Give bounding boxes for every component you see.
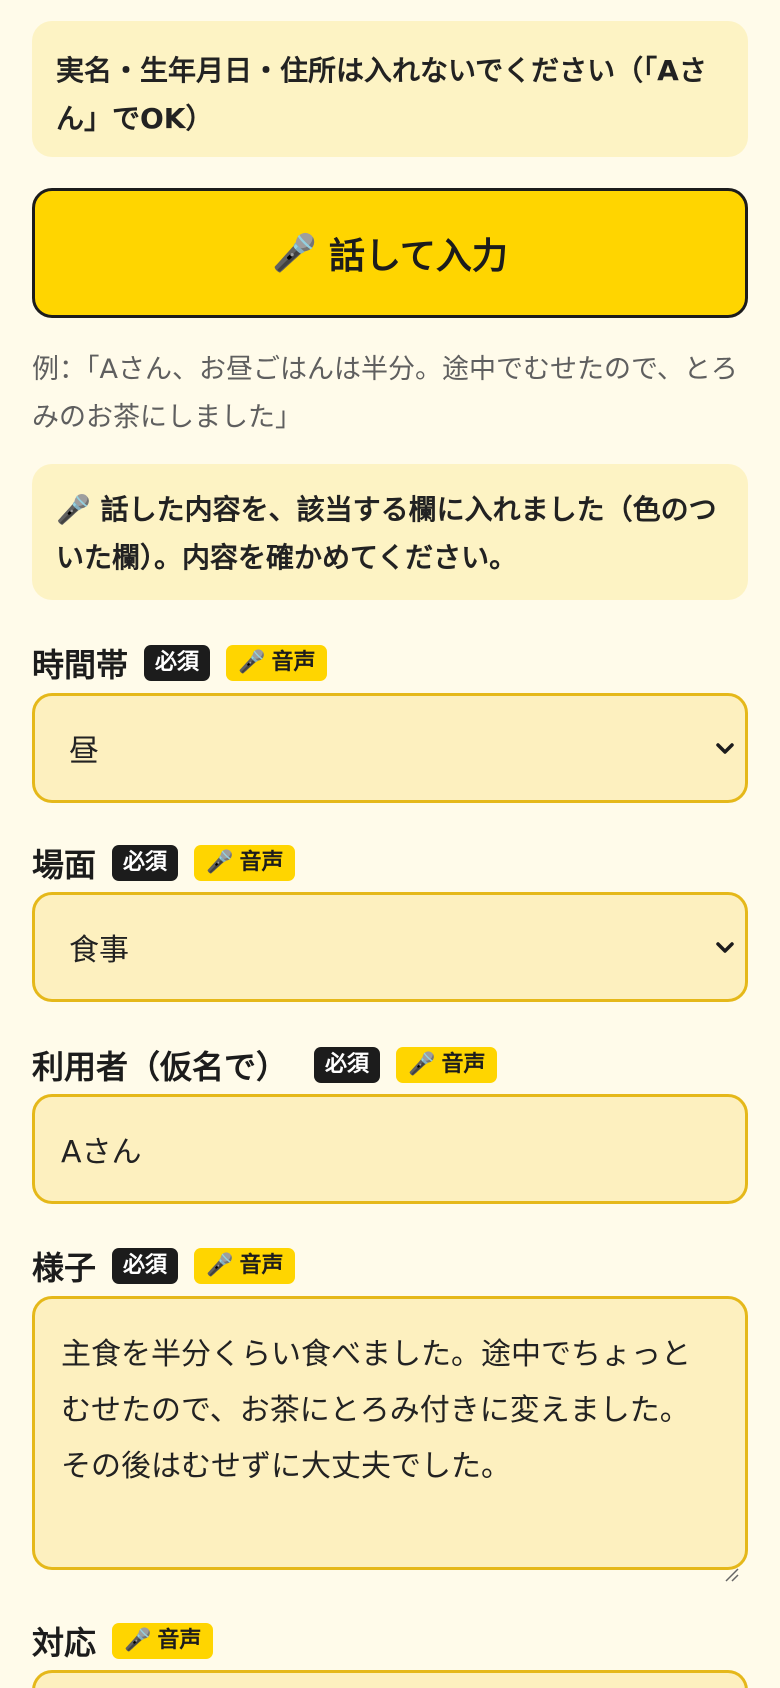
example-text: 例：「Aさん、お昼ごはんは半分。途中でむせたので、とろみのお茶にしました」 — [32, 354, 738, 433]
privacy-notice-text: 実名・生年月日・住所は入れないでください（「Aさん」でOK） — [56, 54, 707, 135]
user-name-input[interactable]: Aさん — [32, 1094, 748, 1204]
state-text: 主食を半分くらい食べました。途中でちょっとむせたので、お茶にとろみ付きに変えまし… — [61, 1337, 691, 1484]
voice-badge: 🎤 音声 — [226, 645, 328, 681]
state-textarea[interactable]: 主食を半分くらい食べました。途中でちょっとむせたので、お茶にとろみ付きに変えまし… — [32, 1296, 748, 1582]
voice-badge-label: 音声 — [441, 1052, 486, 1077]
time-select[interactable]: 昼 — [32, 693, 748, 803]
form-page: 実名・生年月日・住所は入れないでください（「Aさん」でOK） 🎤 話して入力 例… — [0, 0, 780, 1688]
voice-badge-label: 音声 — [239, 850, 284, 875]
resize-handle-icon[interactable] — [723, 1545, 739, 1582]
label-scene: 場面 — [32, 846, 97, 884]
voice-input-button[interactable]: 🎤 話して入力 — [32, 188, 748, 318]
chevron-down-icon — [715, 733, 735, 763]
field-label-user: 利用者（仮名で） 必須 🎤 音声 — [32, 1042, 498, 1088]
voice-result-info: 🎤 話した内容を、該当する欄に入れました（色のついた欄）。内容を確かめてください… — [32, 464, 748, 600]
field-label-scene: 場面 必須 🎤 音声 — [32, 840, 296, 886]
label-time: 時間帯 — [32, 646, 129, 684]
scene-select[interactable]: 食事 — [32, 892, 748, 1002]
voice-badge: 🎤 音声 — [396, 1047, 498, 1083]
field-label-time: 時間帯 必須 🎤 音声 — [32, 640, 328, 686]
field-label-state: 様子 必須 🎤 音声 — [32, 1243, 296, 1289]
voice-badge-label: 音声 — [157, 1628, 202, 1653]
voice-badge: 🎤 音声 — [194, 845, 296, 881]
label-state: 様子 — [32, 1249, 97, 1287]
microphone-icon: 🎤 — [272, 233, 317, 274]
response-textarea[interactable] — [32, 1670, 748, 1688]
required-badge: 必須 — [112, 1248, 179, 1284]
required-badge: 必須 — [314, 1047, 381, 1083]
label-user: 利用者（仮名で） — [32, 1048, 289, 1086]
voice-input-label: 話して入力 — [328, 236, 508, 277]
voice-badge: 🎤 音声 — [112, 1623, 214, 1659]
required-badge: 必須 — [144, 645, 211, 681]
microphone-icon: 🎤 — [124, 1628, 152, 1653]
scene-select-value: 食事 — [69, 933, 129, 968]
voice-badge: 🎤 音声 — [194, 1248, 296, 1284]
chevron-down-icon — [715, 932, 735, 962]
voice-badge-label: 音声 — [271, 650, 316, 675]
microphone-icon: 🎤 — [238, 650, 266, 675]
voice-result-text: 話した内容を、該当する欄に入れました（色のついた欄）。内容を確かめてください。 — [56, 493, 717, 574]
microphone-icon: 🎤 — [206, 850, 234, 875]
voice-badge-label: 音声 — [239, 1253, 284, 1278]
microphone-icon: 🎤 — [408, 1052, 436, 1077]
time-select-value: 昼 — [69, 734, 99, 769]
field-label-response: 対応 🎤 音声 — [32, 1618, 214, 1664]
required-badge: 必須 — [112, 845, 179, 881]
label-response: 対応 — [32, 1624, 97, 1662]
privacy-notice: 実名・生年月日・住所は入れないでください（「Aさん」でOK） — [32, 21, 748, 157]
user-name-value: Aさん — [61, 1135, 142, 1170]
microphone-icon: 🎤 — [206, 1253, 234, 1278]
microphone-icon: 🎤 — [56, 493, 91, 526]
